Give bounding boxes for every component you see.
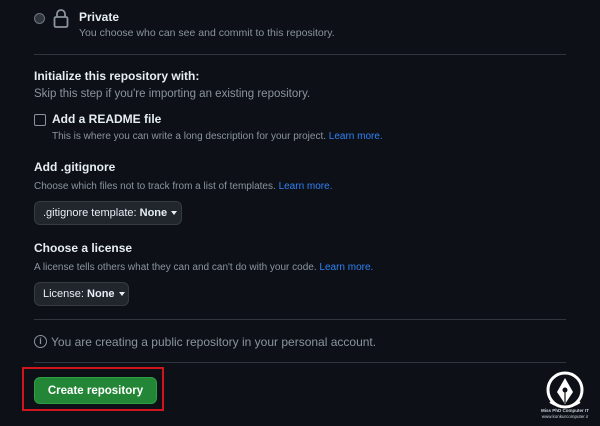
- gitignore-learn-more-link[interactable]: Learn more.: [279, 181, 333, 192]
- gitignore-heading: Add .gitignore: [34, 160, 116, 174]
- gitignore-select-value: None: [139, 207, 168, 219]
- gitignore-template-select[interactable]: .gitignore template: None: [34, 201, 182, 225]
- license-learn-more-link[interactable]: Learn more.: [319, 262, 373, 273]
- readme-description-text: This is where you can write a long descr…: [52, 131, 327, 142]
- readme-learn-more-link[interactable]: Learn more.: [329, 131, 383, 142]
- license-heading: Choose a license: [34, 241, 133, 255]
- chevron-down-icon: [118, 292, 125, 296]
- watermark-line2: www.konkurcomputer.ir: [541, 414, 589, 419]
- chevron-down-icon: [171, 211, 178, 215]
- license-select-prefix: License:: [43, 288, 84, 300]
- license-description: A license tells others what they can and…: [34, 262, 373, 273]
- gitignore-select-prefix: .gitignore template:: [43, 207, 137, 219]
- create-repository-button[interactable]: Create repository: [34, 377, 157, 404]
- readme-description: This is where you can write a long descr…: [52, 131, 383, 142]
- divider: [34, 362, 566, 363]
- divider: [34, 54, 566, 55]
- gitignore-description-text: Choose which files not to track from a l…: [34, 181, 276, 192]
- private-label[interactable]: Private: [79, 10, 119, 24]
- divider: [34, 319, 566, 320]
- initialize-heading: Initialize this repository with:: [34, 69, 200, 83]
- gitignore-description: Choose which files not to track from a l…: [34, 181, 332, 192]
- readme-label[interactable]: Add a README file: [52, 112, 161, 126]
- info-icon: i: [34, 335, 47, 348]
- private-radio[interactable]: [34, 13, 45, 24]
- readme-checkbox[interactable]: [34, 114, 46, 126]
- public-repo-notice: You are creating a public repository in …: [51, 335, 377, 349]
- license-description-text: A license tells others what they can and…: [34, 262, 317, 273]
- private-description: You choose who can see and commit to thi…: [79, 27, 335, 39]
- initialize-subtext: Skip this step if you're importing an ex…: [34, 88, 311, 100]
- watermark-text: Miss PhD Computer IT www.konkurcomputer.…: [533, 408, 597, 420]
- lock-icon: [53, 9, 69, 28]
- license-select-value: None: [87, 288, 115, 300]
- license-select[interactable]: License: None: [34, 282, 129, 306]
